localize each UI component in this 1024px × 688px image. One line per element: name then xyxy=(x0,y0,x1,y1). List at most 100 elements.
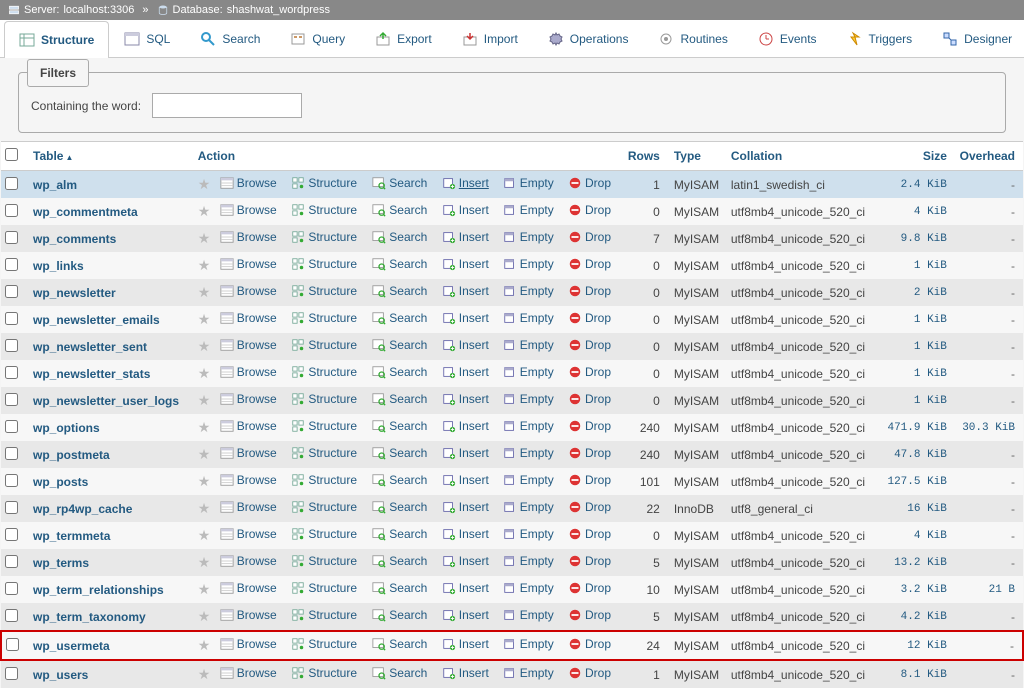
tab-structure[interactable]: Structure xyxy=(4,21,109,58)
header-rows[interactable]: Rows xyxy=(621,142,670,171)
structure-action[interactable]: Structure xyxy=(291,257,357,271)
table-name[interactable]: wp_options xyxy=(33,421,100,435)
drop-action[interactable]: Drop xyxy=(568,284,611,298)
search-action[interactable]: Search xyxy=(372,419,427,433)
empty-action[interactable]: Empty xyxy=(503,608,554,622)
search-action[interactable]: Search xyxy=(372,473,427,487)
insert-action[interactable]: Insert xyxy=(442,473,489,487)
search-action[interactable]: Search xyxy=(372,637,427,651)
drop-action[interactable]: Drop xyxy=(568,554,611,568)
favorite-star-icon[interactable]: ★ xyxy=(198,527,211,543)
insert-action[interactable]: Insert xyxy=(442,284,489,298)
drop-action[interactable]: Drop xyxy=(568,473,611,487)
table-name[interactable]: wp_newsletter_sent xyxy=(33,340,147,354)
search-action[interactable]: Search xyxy=(372,338,427,352)
table-name[interactable]: wp_users xyxy=(33,668,88,682)
browse-action[interactable]: Browse xyxy=(220,500,277,514)
structure-action[interactable]: Structure xyxy=(291,527,357,541)
browse-action[interactable]: Browse xyxy=(220,365,277,379)
tab-designer[interactable]: Designer xyxy=(927,20,1024,57)
empty-action[interactable]: Empty xyxy=(503,203,554,217)
favorite-star-icon[interactable]: ★ xyxy=(198,581,211,597)
favorite-star-icon[interactable]: ★ xyxy=(198,311,211,327)
structure-action[interactable]: Structure xyxy=(291,311,357,325)
empty-action[interactable]: Empty xyxy=(503,500,554,514)
row-checkbox[interactable] xyxy=(5,474,18,487)
structure-action[interactable]: Structure xyxy=(291,419,357,433)
search-action[interactable]: Search xyxy=(372,500,427,514)
table-name[interactable]: wp_termmeta xyxy=(33,529,110,543)
empty-action[interactable]: Empty xyxy=(503,419,554,433)
browse-action[interactable]: Browse xyxy=(220,419,277,433)
row-checkbox[interactable] xyxy=(5,420,18,433)
select-all-checkbox[interactable] xyxy=(5,148,18,161)
insert-action[interactable]: Insert xyxy=(442,203,489,217)
search-action[interactable]: Search xyxy=(372,392,427,406)
drop-action[interactable]: Drop xyxy=(568,608,611,622)
row-size[interactable]: 2.4 KiB xyxy=(879,171,951,199)
browse-action[interactable]: Browse xyxy=(220,176,277,190)
insert-action[interactable]: Insert xyxy=(442,527,489,541)
empty-action[interactable]: Empty xyxy=(503,284,554,298)
insert-action[interactable]: Insert xyxy=(442,637,489,651)
favorite-star-icon[interactable]: ★ xyxy=(198,473,211,489)
structure-action[interactable]: Structure xyxy=(291,446,357,460)
favorite-star-icon[interactable]: ★ xyxy=(198,365,211,381)
table-name[interactable]: wp_terms xyxy=(33,556,89,570)
row-size[interactable]: 3.2 KiB xyxy=(879,576,951,603)
structure-action[interactable]: Structure xyxy=(291,203,357,217)
search-action[interactable]: Search xyxy=(372,527,427,541)
favorite-star-icon[interactable]: ★ xyxy=(198,554,211,570)
browse-action[interactable]: Browse xyxy=(220,392,277,406)
browse-action[interactable]: Browse xyxy=(220,637,277,651)
favorite-star-icon[interactable]: ★ xyxy=(198,257,211,273)
drop-action[interactable]: Drop xyxy=(568,581,611,595)
structure-action[interactable]: Structure xyxy=(291,666,357,680)
insert-action[interactable]: Insert xyxy=(442,338,489,352)
row-size[interactable]: 16 KiB xyxy=(879,495,951,522)
row-size[interactable]: 1 KiB xyxy=(879,387,951,414)
search-action[interactable]: Search xyxy=(372,230,427,244)
row-checkbox[interactable] xyxy=(5,366,18,379)
drop-action[interactable]: Drop xyxy=(568,230,611,244)
empty-action[interactable]: Empty xyxy=(503,392,554,406)
header-size[interactable]: Size xyxy=(879,142,951,171)
browse-action[interactable]: Browse xyxy=(220,581,277,595)
search-action[interactable]: Search xyxy=(372,284,427,298)
row-size[interactable]: 4.2 KiB xyxy=(879,603,951,631)
drop-action[interactable]: Drop xyxy=(568,637,611,651)
row-size[interactable]: 1 KiB xyxy=(879,333,951,360)
favorite-star-icon[interactable]: ★ xyxy=(198,608,211,624)
table-name[interactable]: wp_alm xyxy=(33,178,77,192)
empty-action[interactable]: Empty xyxy=(503,666,554,680)
row-checkbox[interactable] xyxy=(5,312,18,325)
search-action[interactable]: Search xyxy=(372,257,427,271)
favorite-star-icon[interactable]: ★ xyxy=(198,338,211,354)
row-checkbox[interactable] xyxy=(6,638,19,651)
row-size[interactable]: 1 KiB xyxy=(879,306,951,333)
structure-action[interactable]: Structure xyxy=(291,365,357,379)
browse-action[interactable]: Browse xyxy=(220,446,277,460)
table-name[interactable]: wp_commentmeta xyxy=(33,205,138,219)
row-checkbox[interactable] xyxy=(5,555,18,568)
empty-action[interactable]: Empty xyxy=(503,527,554,541)
row-checkbox[interactable] xyxy=(5,339,18,352)
tab-operations[interactable]: Operations xyxy=(533,20,644,57)
row-checkbox[interactable] xyxy=(5,528,18,541)
browse-action[interactable]: Browse xyxy=(220,203,277,217)
empty-action[interactable]: Empty xyxy=(503,637,554,651)
insert-action[interactable]: Insert xyxy=(442,257,489,271)
row-checkbox[interactable] xyxy=(5,285,18,298)
insert-action[interactable]: Insert xyxy=(442,392,489,406)
drop-action[interactable]: Drop xyxy=(568,527,611,541)
row-size[interactable]: 13.2 KiB xyxy=(879,549,951,576)
tab-search[interactable]: Search xyxy=(185,20,275,57)
empty-action[interactable]: Empty xyxy=(503,338,554,352)
insert-action[interactable]: Insert xyxy=(442,446,489,460)
search-action[interactable]: Search xyxy=(372,365,427,379)
browse-action[interactable]: Browse xyxy=(220,473,277,487)
table-name[interactable]: wp_newsletter_user_logs xyxy=(33,394,179,408)
empty-action[interactable]: Empty xyxy=(503,176,554,190)
empty-action[interactable]: Empty xyxy=(503,230,554,244)
browse-action[interactable]: Browse xyxy=(220,311,277,325)
